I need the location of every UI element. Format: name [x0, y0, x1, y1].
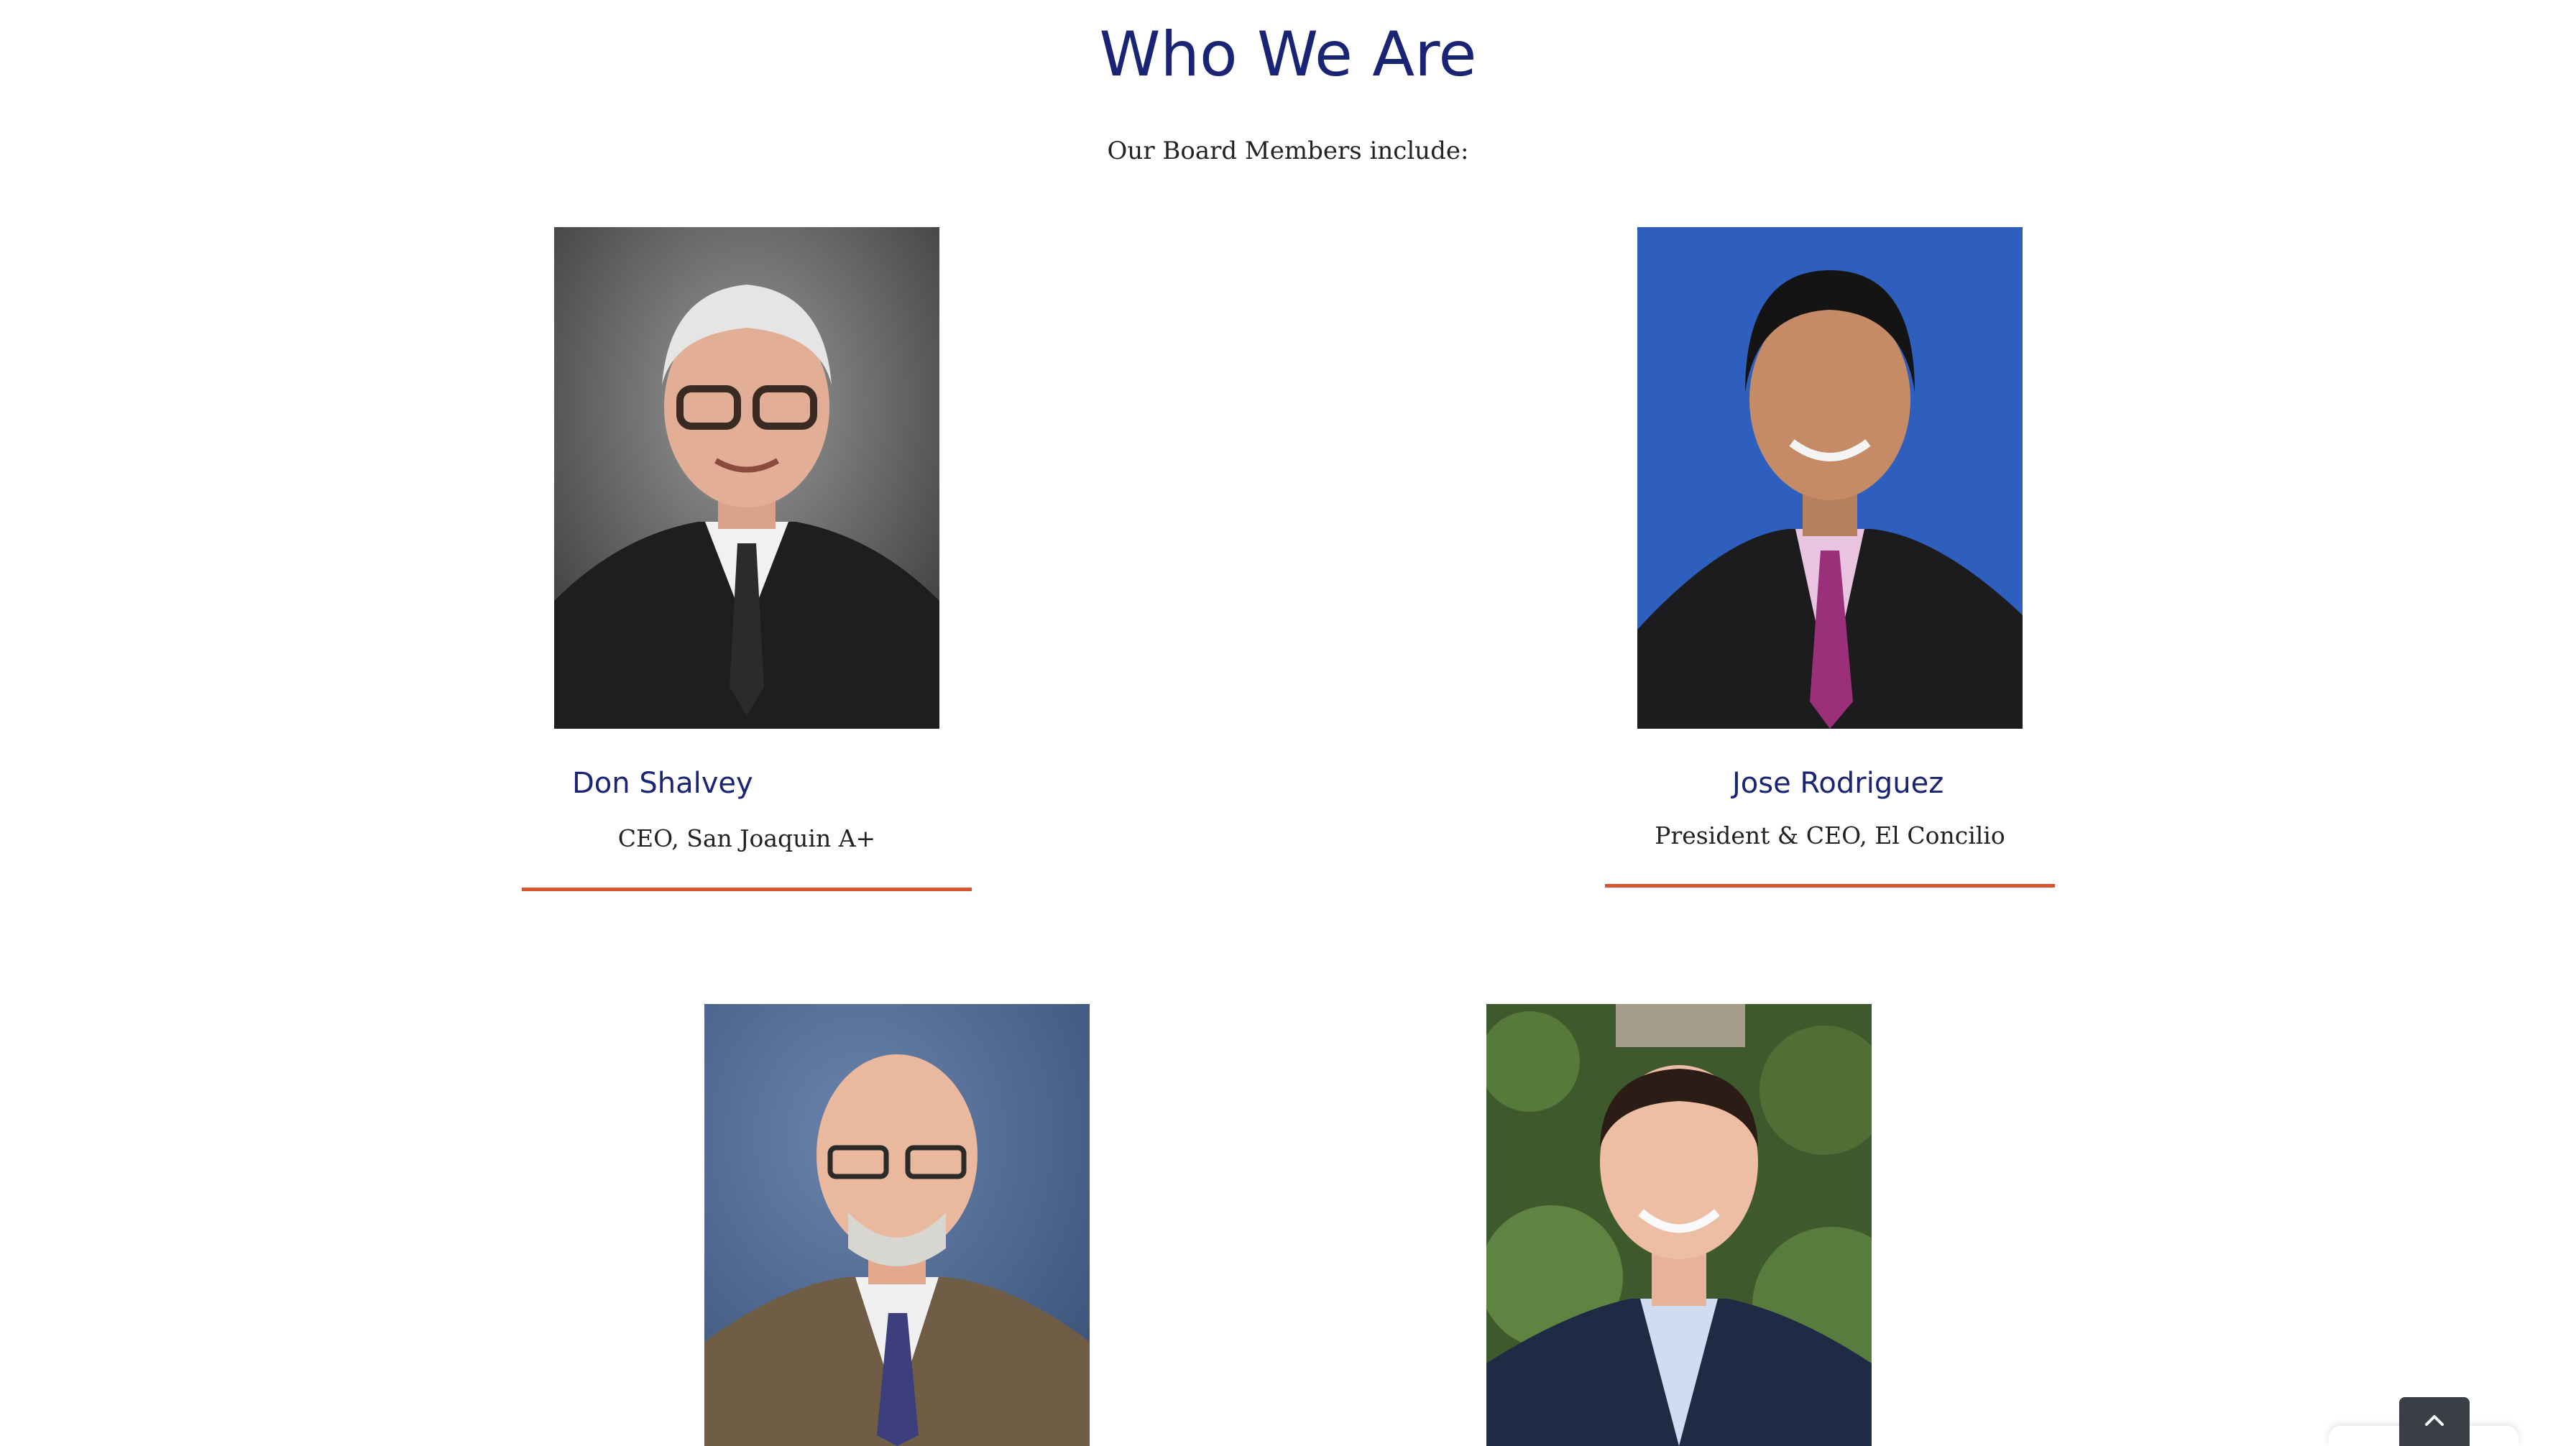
chevron-up-icon — [2424, 1413, 2444, 1431]
divider — [1605, 884, 2055, 888]
member-name: Jose Rodriguez — [1732, 767, 1944, 800]
member-role: CEO, San Joaquin A+ — [617, 824, 876, 852]
member-photo — [554, 227, 939, 729]
member-role: President & CEO, El Concilio — [1655, 821, 2005, 849]
page-title: Who We Are — [1099, 19, 1477, 91]
scroll-to-top-button[interactable] — [2399, 1397, 2470, 1446]
member-photo — [1486, 1004, 1872, 1446]
divider — [522, 888, 972, 891]
intro-text: Our Board Members include: — [1107, 137, 1469, 165]
member-name: Don Shalvey — [572, 767, 753, 800]
member-photo — [704, 1004, 1090, 1446]
member-photo — [1637, 227, 2023, 729]
